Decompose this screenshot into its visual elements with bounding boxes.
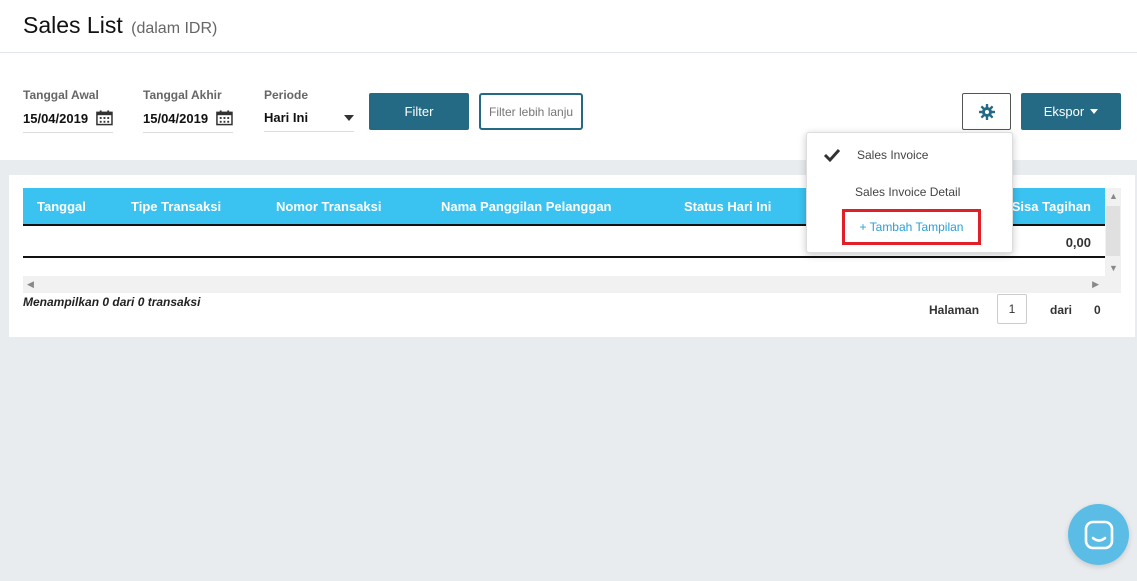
menu-item-sales-invoice[interactable]: Sales Invoice [857,148,928,162]
caret-down-icon [1090,109,1099,114]
filter-button[interactable]: Filter [369,93,469,130]
start-date-label: Tanggal Awal [23,88,99,102]
col-status-hari-ini[interactable]: Status Hari Ini [684,199,771,214]
total-sisa-tagihan: 0,00 [1065,235,1091,250]
page-header: Sales List (dalam IDR) [0,0,1137,53]
start-date-value[interactable]: 15/04/2019 [23,111,88,126]
settings-button[interactable] [962,93,1011,130]
page-subtitle: (dalam IDR) [131,20,218,37]
start-date-field[interactable]: Tanggal Awal 15/04/2019 [23,88,113,133]
col-tipe-transaksi[interactable]: Tipe Transaksi [131,199,221,214]
scroll-up-icon[interactable]: ▲ [1109,191,1118,201]
chat-icon [1084,520,1113,549]
period-value[interactable]: Hari Ini [264,110,308,125]
gear-icon [978,103,995,120]
export-button-label: Ekspor [1043,104,1085,119]
advanced-filter-input[interactable] [479,93,583,130]
page-title: Sales List (dalam IDR) [23,12,217,39]
horizontal-scrollbar[interactable]: ◀ ▶ [23,276,1105,293]
col-nomor-transaksi[interactable]: Nomor Transaksi [276,199,382,214]
page-title-text: Sales List [23,12,123,38]
menu-item-sales-invoice-detail[interactable]: Sales Invoice Detail [855,185,960,199]
period-select[interactable]: Periode Hari Ini [264,88,354,132]
scroll-right-icon[interactable]: ▶ [1092,279,1099,290]
calendar-icon[interactable] [216,110,233,126]
results-summary: Menampilkan 0 dari 0 transaksi [23,295,201,309]
view-dropdown-menu: Sales Invoice Sales Invoice Detail + Tam… [806,132,1013,253]
vertical-scrollbar[interactable]: ▲ ▼ [1105,188,1121,293]
chat-button[interactable] [1068,504,1129,565]
col-nama-pelanggan[interactable]: Nama Panggilan Pelanggan [441,199,612,214]
of-label: dari [1050,303,1073,317]
page-label: Halaman [929,303,980,317]
calendar-icon[interactable] [96,110,113,126]
end-date-label: Tanggal Akhir [143,88,222,102]
col-tanggal[interactable]: Tanggal [37,199,86,214]
add-view-label: + Tambah Tampilan [859,220,964,234]
scroll-left-icon[interactable]: ◀ [27,279,34,290]
end-date-field[interactable]: Tanggal Akhir 15/04/2019 [143,88,233,133]
scroll-thumb[interactable] [1106,206,1120,256]
col-sisa-tagihan[interactable]: Sisa Tagihan [1012,199,1091,214]
check-icon [823,148,841,163]
page-number-input[interactable] [997,294,1027,324]
end-date-value[interactable]: 15/04/2019 [143,111,208,126]
add-view-link[interactable]: + Tambah Tampilan [842,209,981,245]
scroll-down-icon[interactable]: ▼ [1109,263,1118,273]
export-button[interactable]: Ekspor [1021,93,1121,130]
total-pages: 0 [1094,303,1101,317]
chevron-down-icon[interactable] [344,114,354,121]
period-label: Periode [264,88,309,102]
